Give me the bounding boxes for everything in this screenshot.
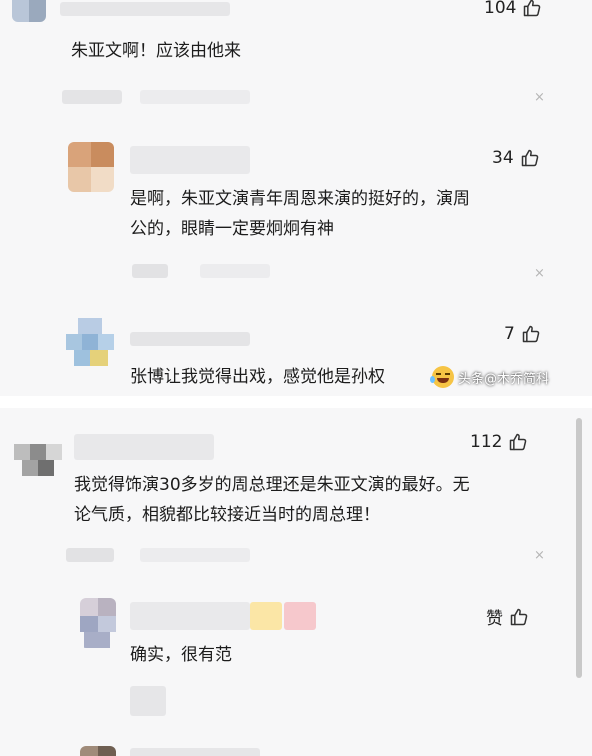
- meta-blurred: [130, 686, 166, 716]
- like-count: 112: [470, 432, 503, 452]
- like-count: 7: [504, 324, 515, 344]
- close-icon[interactable]: ×: [534, 266, 545, 281]
- badge-blurred: [284, 602, 316, 630]
- avatar[interactable]: [66, 318, 114, 366]
- reply-text: 确实，很有范: [130, 645, 232, 665]
- meta-blurred: [62, 90, 122, 104]
- like-group[interactable]: 7: [504, 324, 541, 344]
- meta-blurred: [66, 548, 114, 562]
- username-blurred[interactable]: [130, 748, 260, 756]
- like-group[interactable]: 34: [492, 148, 540, 168]
- thumbs-up-icon[interactable]: [508, 432, 528, 452]
- badge-blurred: [250, 602, 282, 630]
- avatar[interactable]: [14, 432, 62, 480]
- scrollbar[interactable]: [576, 418, 582, 678]
- comment-panel-top: 104 朱亚文啊！应该由他来 × 34 是啊，朱亚文演青年周恩来演的挺好的，演周…: [0, 0, 592, 396]
- comment-text-line-1: 我觉得饰演30多岁的周总理还是朱亚文演的最好。无: [74, 475, 470, 495]
- username-blurred[interactable]: [130, 332, 250, 346]
- username-blurred[interactable]: [130, 146, 250, 174]
- meta-blurred: [200, 264, 270, 278]
- username-blurred[interactable]: [130, 602, 250, 630]
- avatar[interactable]: [80, 598, 116, 648]
- username-blurred[interactable]: [60, 2, 230, 16]
- reply-text: 张博让我觉得出戏，感觉他是孙权: [130, 367, 385, 387]
- screenshot-divider: [0, 396, 592, 408]
- laughing-emoji-icon: [430, 366, 454, 388]
- avatar[interactable]: [80, 746, 116, 756]
- comment-text: 朱亚文啊！应该由他来: [71, 41, 241, 61]
- like-group[interactable]: 104: [484, 0, 542, 18]
- meta-blurred: [140, 90, 250, 104]
- thumbs-up-icon[interactable]: [509, 607, 529, 627]
- avatar[interactable]: [68, 142, 114, 192]
- like-count: 104: [484, 0, 517, 18]
- avatar[interactable]: [12, 0, 46, 22]
- reply-text-line-2: 公的，眼睛一定要炯炯有神: [130, 219, 334, 239]
- comment-text-line-2: 论气质，相貌都比较接近当时的周总理！: [74, 505, 380, 525]
- username-blurred[interactable]: [74, 434, 214, 460]
- close-icon[interactable]: ×: [534, 90, 545, 105]
- reply-text-line-1: 是啊，朱亚文演青年周恩来演的挺好的，演周: [130, 189, 470, 209]
- thumbs-up-icon[interactable]: [522, 0, 542, 18]
- meta-blurred: [140, 548, 250, 562]
- like-label: 赞: [486, 609, 503, 629]
- thumbs-up-icon[interactable]: [521, 324, 541, 344]
- like-group[interactable]: 112: [470, 432, 528, 452]
- thumbs-up-icon[interactable]: [520, 148, 540, 168]
- watermark: 头条@木乔简科: [458, 372, 550, 387]
- like-count: 34: [492, 148, 514, 168]
- close-icon[interactable]: ×: [534, 548, 545, 563]
- like-group[interactable]: 赞: [486, 604, 529, 629]
- meta-blurred: [132, 264, 168, 278]
- comment-panel-bottom: 112 我觉得饰演30多岁的周总理还是朱亚文演的最好。无 论气质，相貌都比较接近…: [0, 408, 592, 756]
